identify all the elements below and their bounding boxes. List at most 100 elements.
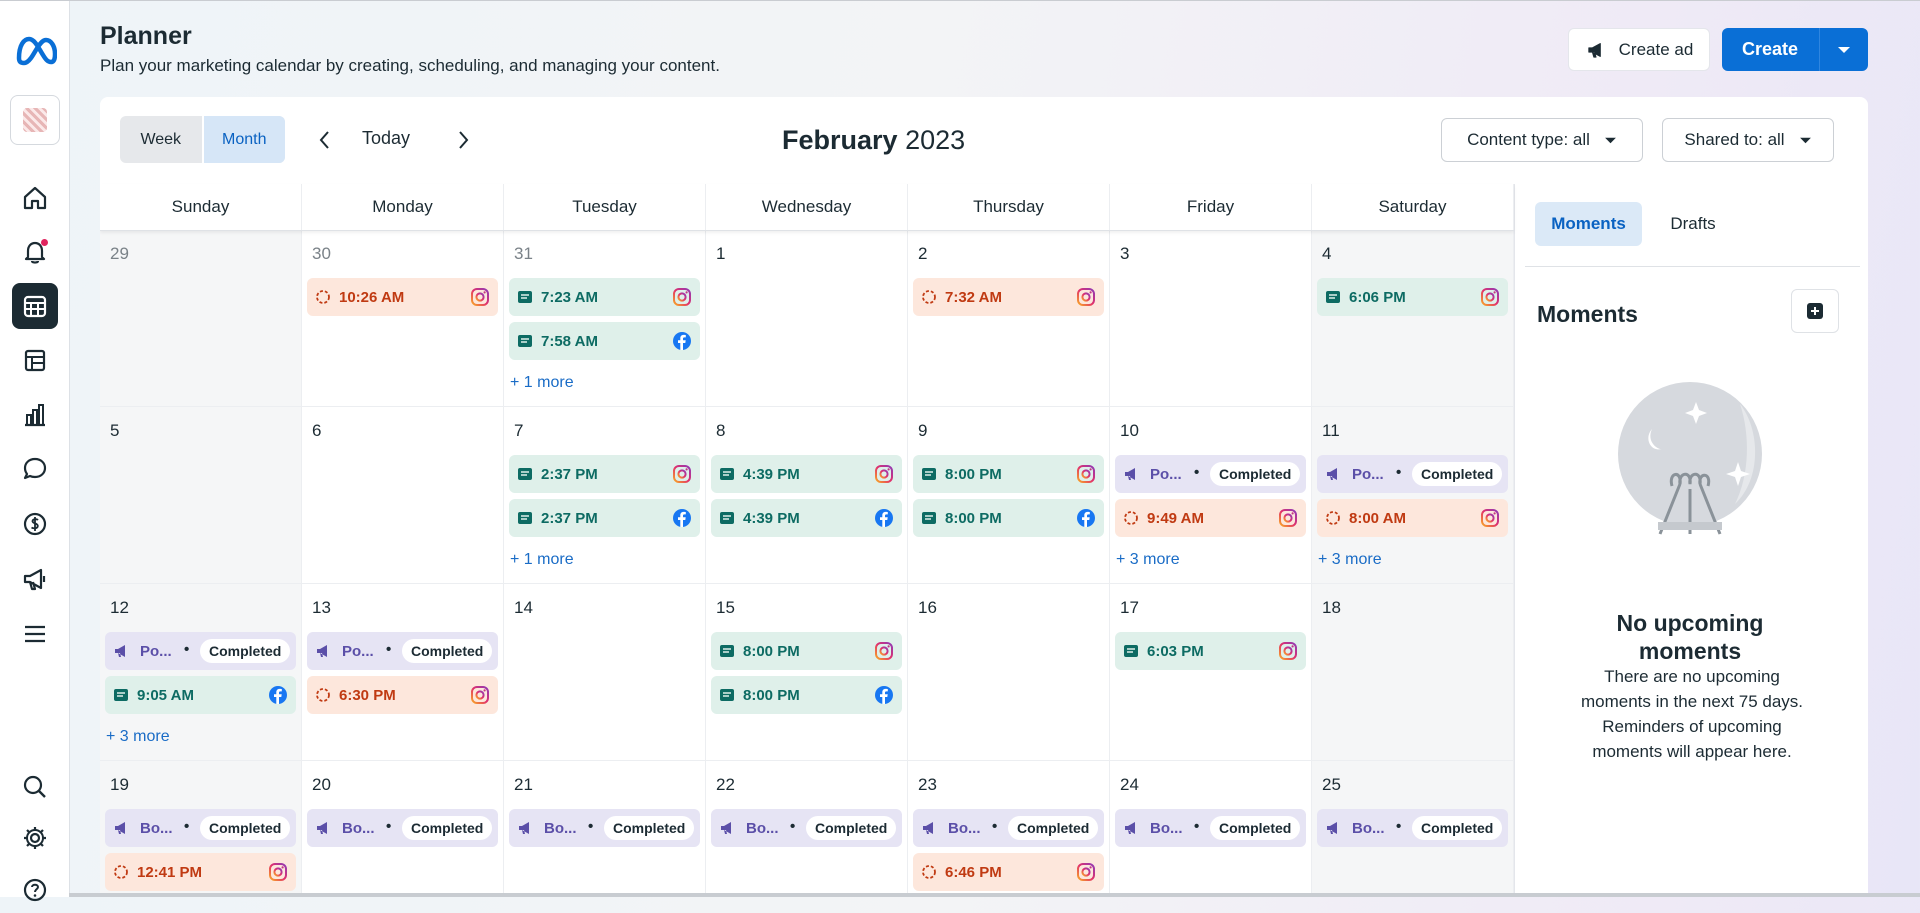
scheduled-post-chip[interactable]: 8:00 PM: [711, 676, 902, 714]
add-moment-button[interactable]: [1791, 289, 1839, 333]
story-event-chip[interactable]: 12:41 PM: [105, 853, 296, 891]
boost-event-chip[interactable]: Po... • Completed: [1317, 455, 1508, 493]
calendar-day-cell[interactable]: 8 4:39 PM 4:39 PM: [706, 407, 908, 584]
calendar-day-cell[interactable]: 10 Po... • Completed 9:49 AM + 3 more: [1110, 407, 1312, 584]
instagram-icon: [874, 641, 894, 661]
scheduled-post-chip[interactable]: 9:05 AM: [105, 676, 296, 714]
today-button[interactable]: Today: [362, 128, 410, 149]
calendar-day-cell[interactable]: 20 Bo... • Completed: [302, 761, 504, 897]
calendar-day-cell[interactable]: 11 Po... • Completed 8:00 AM + 3 more: [1312, 407, 1514, 584]
more-events-link[interactable]: + 1 more: [510, 551, 574, 569]
create-button[interactable]: Create: [1722, 28, 1818, 71]
horizontal-scrollbar[interactable]: [69, 893, 1920, 897]
story-event-chip[interactable]: 6:30 PM: [307, 676, 498, 714]
calendar-day-cell[interactable]: 9 8:00 PM 8:00 PM: [908, 407, 1110, 584]
event-time: 8:00 PM: [945, 466, 1002, 483]
boost-event-chip[interactable]: Bo... • Completed: [105, 809, 296, 847]
scheduled-post-chip[interactable]: 7:23 AM: [509, 278, 700, 316]
more-events-link[interactable]: + 1 more: [510, 374, 574, 392]
week-view-button[interactable]: Week: [120, 116, 204, 163]
more-events-link[interactable]: + 3 more: [1318, 551, 1382, 569]
instagram-icon: [874, 464, 894, 484]
calendar-day-cell[interactable]: 1: [706, 230, 908, 407]
calendar-day-cell[interactable]: 16: [908, 584, 1110, 761]
create-ad-button[interactable]: Create ad: [1568, 28, 1710, 71]
month-view-button[interactable]: Month: [203, 116, 285, 163]
account-avatar[interactable]: [10, 95, 60, 145]
calendar-day-cell[interactable]: 3: [1110, 230, 1312, 407]
scheduled-post-chip[interactable]: 7:58 AM: [509, 322, 700, 360]
scheduled-post-chip[interactable]: 4:39 PM: [711, 499, 902, 537]
calendar-day-cell[interactable]: 29: [100, 230, 302, 407]
boost-event-chip[interactable]: Bo... • Completed: [509, 809, 700, 847]
calendar-day-cell[interactable]: 30 10:26 AM: [302, 230, 504, 407]
calendar-day-cell[interactable]: 31 7:23 AM 7:58 AM + 1 more: [504, 230, 706, 407]
calendar-day-cell[interactable]: 2 7:32 AM: [908, 230, 1110, 407]
scheduled-post-chip[interactable]: 8:00 PM: [711, 632, 902, 670]
planner-icon[interactable]: [12, 283, 58, 329]
event-time: 4:39 PM: [743, 510, 800, 527]
menu-icon[interactable]: [12, 611, 58, 657]
previous-month-button[interactable]: [310, 125, 340, 155]
calendar-day-cell[interactable]: 4 6:06 PM: [1312, 230, 1514, 407]
scheduled-post-chip[interactable]: 2:37 PM: [509, 499, 700, 537]
scheduled-post-chip[interactable]: 6:06 PM: [1317, 278, 1508, 316]
calendar-day-cell[interactable]: 15 8:00 PM 8:00 PM: [706, 584, 908, 761]
scheduled-post-chip[interactable]: 2:37 PM: [509, 455, 700, 493]
megaphone-icon: [719, 820, 735, 836]
home-icon[interactable]: [12, 175, 58, 221]
calendar-day-cell[interactable]: 18: [1312, 584, 1514, 761]
boost-event-chip[interactable]: Po... • Completed: [1115, 455, 1306, 493]
meta-logo[interactable]: [13, 31, 57, 71]
day-number: 29: [110, 244, 129, 263]
story-event-chip[interactable]: 8:00 AM: [1317, 499, 1508, 537]
create-dropdown-button[interactable]: [1820, 28, 1868, 71]
boost-event-chip[interactable]: Bo... • Completed: [913, 809, 1104, 847]
content-type-filter[interactable]: Content type: all: [1441, 118, 1643, 162]
boost-event-chip[interactable]: Bo... • Completed: [711, 809, 902, 847]
calendar-day-cell[interactable]: 21 Bo... • Completed: [504, 761, 706, 897]
next-month-button[interactable]: [448, 125, 478, 155]
monetization-icon[interactable]: [12, 501, 58, 547]
scheduled-post-chip[interactable]: 6:03 PM: [1115, 632, 1306, 670]
calendar-day-cell[interactable]: 24 Bo... • Completed: [1110, 761, 1312, 897]
calendar-day-cell[interactable]: 25 Bo... • Completed: [1312, 761, 1514, 897]
scheduled-post-chip[interactable]: 4:39 PM: [711, 455, 902, 493]
boost-event-chip[interactable]: Bo... • Completed: [307, 809, 498, 847]
boost-event-chip[interactable]: Po... • Completed: [307, 632, 498, 670]
search-icon[interactable]: [12, 764, 58, 810]
calendar-day-cell[interactable]: 12 Po... • Completed 9:05 AM + 3 more: [100, 584, 302, 761]
boost-event-chip[interactable]: Bo... • Completed: [1115, 809, 1306, 847]
calendar-day-cell[interactable]: 7 2:37 PM 2:37 PM + 1 more: [504, 407, 706, 584]
help-icon[interactable]: [12, 867, 58, 913]
calendar-day-cell[interactable]: 22 Bo... • Completed: [706, 761, 908, 897]
notifications-icon[interactable]: [12, 229, 58, 275]
calendar-day-cell[interactable]: 23 Bo... • Completed 6:46 PM: [908, 761, 1110, 897]
calendar-day-cell[interactable]: 14: [504, 584, 706, 761]
separator-dot: •: [1396, 818, 1402, 835]
inbox-icon[interactable]: [12, 446, 58, 492]
story-event-chip[interactable]: 9:49 AM: [1115, 499, 1306, 537]
insights-icon[interactable]: [12, 392, 58, 438]
boost-event-chip[interactable]: Po... • Completed: [105, 632, 296, 670]
more-events-link[interactable]: + 3 more: [1116, 551, 1180, 569]
calendar-day-cell[interactable]: 6: [302, 407, 504, 584]
calendar-day-cell[interactable]: 13 Po... • Completed 6:30 PM: [302, 584, 504, 761]
settings-icon[interactable]: [12, 815, 58, 861]
story-event-chip[interactable]: 7:32 AM: [913, 278, 1104, 316]
calendar-day-cell[interactable]: 5: [100, 407, 302, 584]
tab-moments[interactable]: Moments: [1535, 202, 1642, 246]
calendar-day-cell[interactable]: 17 6:03 PM: [1110, 584, 1312, 761]
boost-event-chip[interactable]: Bo... • Completed: [1317, 809, 1508, 847]
calendar-day-cell[interactable]: 19 Bo... • Completed 12:41 PM: [100, 761, 302, 897]
weekday-sunday: Sunday: [100, 184, 302, 230]
story-event-chip[interactable]: 6:46 PM: [913, 853, 1104, 891]
ads-icon[interactable]: [12, 556, 58, 602]
tab-drafts[interactable]: Drafts: [1655, 202, 1731, 246]
scheduled-post-chip[interactable]: 8:00 PM: [913, 499, 1104, 537]
shared-to-filter[interactable]: Shared to: all: [1662, 118, 1834, 162]
scheduled-post-chip[interactable]: 8:00 PM: [913, 455, 1104, 493]
story-event-chip[interactable]: 10:26 AM: [307, 278, 498, 316]
content-icon[interactable]: [12, 337, 58, 383]
more-events-link[interactable]: + 3 more: [106, 728, 170, 746]
